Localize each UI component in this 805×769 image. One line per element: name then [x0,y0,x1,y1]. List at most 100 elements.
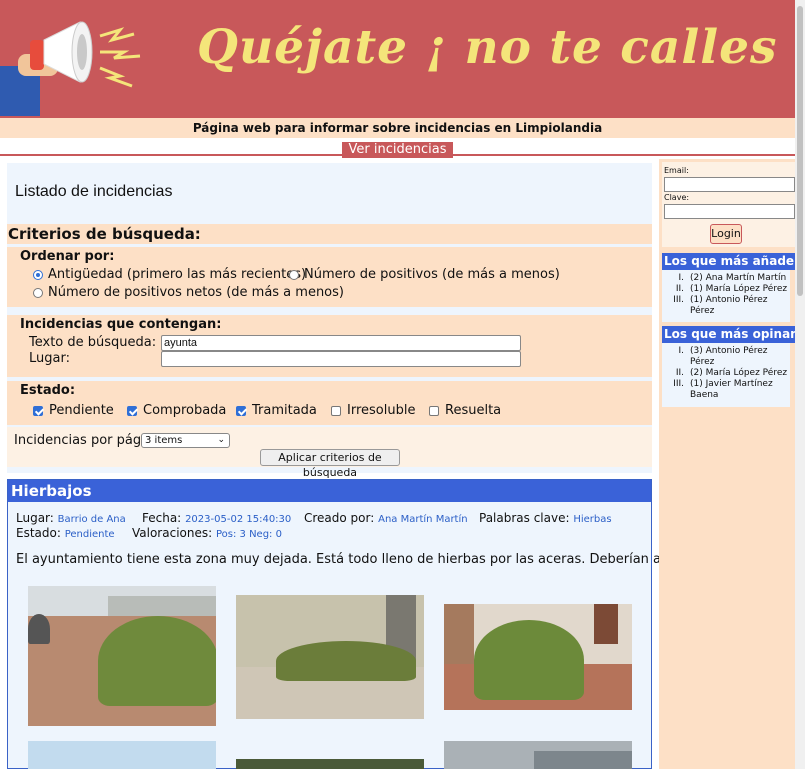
date-label: Fecha: [142,511,182,525]
incident-photo[interactable] [28,586,216,726]
apply-criteria-button[interactable]: Aplicar criterios de búsqueda [260,449,400,479]
user-name: María López Pérez [705,368,788,378]
order-panel: Ordenar por: Antigüedad (primero las más… [7,247,652,307]
count: (3) [690,346,703,356]
checkbox-label: Irresoluble [347,403,416,418]
password-label: Clave: [664,193,690,202]
count: (1) [690,295,703,305]
place-label: Lugar: [16,511,54,525]
count: (2) [690,368,703,378]
incident-keywords: Palabras clave: Hierbas [479,511,612,525]
email-field[interactable] [664,177,795,192]
per-page-label: Incidencias por página [14,433,161,448]
rank: II. [675,368,684,378]
state-checkbox-resuelta[interactable]: Resuelta [429,403,501,418]
top-commenters-title: Los que más opinan [662,326,795,343]
state-label: Estado: [16,526,61,540]
incident-photo[interactable] [444,604,632,710]
state-label: Estado: [20,383,76,398]
text-filter-panel: Incidencias que contengan: Texto de búsq… [7,315,652,377]
author-label: Creado por: [304,511,375,525]
list-item: II. (1) María López Pérez [662,284,790,295]
list-item: I. (2) Ana Martín Martín [662,273,790,284]
search-section: Listado de incidencias Criterios de búsq… [7,163,652,479]
chevron-down-icon: ⌄ [217,435,225,445]
place-label: Lugar: [29,351,70,366]
incident-title: Hierbajos [8,480,651,502]
keywords-label: Palabras clave: [479,511,570,525]
user-name: Javier Martínez Baena [690,379,773,400]
order-radio-positivos[interactable]: Número de positivos (de más a menos) [289,267,560,282]
user-name: María López Pérez [705,284,788,294]
incident-card: Hierbajos Lugar: Barrio de Ana Fecha: 20… [7,479,715,769]
list-item: III. (1) Antonio Pérez Pérez [662,295,790,317]
state-checkbox-pendiente[interactable]: Pendiente [33,403,114,418]
state-checkbox-comprobada[interactable]: Comprobada [127,403,226,418]
per-page-value: 3 items [145,435,183,446]
nav-link-ver-incidencias[interactable]: Ver incidencias [341,142,454,158]
login-form: Email: Clave: Login [662,162,795,247]
incident-author: Creado por: Ana Martín Martín [304,511,468,525]
radio-label: Número de positivos (de más a menos) [304,267,560,282]
incident-ratings: Valoraciones: Pos: 3 Neg: 0 [132,526,282,540]
password-field[interactable] [664,204,795,219]
tagline: Página web para informar sobre incidenci… [0,118,795,138]
place-value[interactable]: Barrio de Ana [58,514,126,525]
list-item: I. (3) Antonio Pérez Pérez [662,346,790,368]
state-checkbox-tramitada[interactable]: Tramitada [236,403,317,418]
radio-empty-icon [33,287,43,298]
header-banner: Quéjate ¡ no te calles ! [0,0,795,118]
checkbox-label: Tramitada [252,403,317,418]
state-panel: Estado: Pendiente Comprobada Tramitada I… [7,381,652,425]
incident-description: El ayuntamiento tiene esta zona muy deja… [16,552,715,567]
top-adders-title: Los que más añaden [662,253,795,270]
checkbox-label: Resuelta [445,403,502,418]
megaphone-icon [0,21,141,116]
checkbox-empty-icon [429,405,439,416]
count: (1) [690,379,703,389]
order-radio-antiguedad[interactable]: Antigüedad (primero las más recientes) [33,267,306,282]
place-input[interactable] [161,351,521,367]
incident-date: Fecha: 2023-05-02 15:40:30 [142,511,291,525]
page-title: Listado de incidencias [15,183,173,200]
rank: I. [678,346,684,356]
incident-photo[interactable] [236,595,424,719]
top-commenters-list: I. (3) Antonio Pérez Pérez II. (2) María… [662,343,790,407]
state-value: Pendiente [64,529,115,540]
scrollbar[interactable] [795,0,805,769]
radio-label: Número de positivos netos (de más a meno… [48,285,344,300]
checkbox-label: Comprobada [143,403,227,418]
list-item: III. (1) Javier Martínez Baena [662,379,790,401]
state-checkbox-irresoluble[interactable]: Irresoluble [331,403,415,418]
text-filter-label: Incidencias que contengan: [20,317,222,332]
rank: I. [678,273,684,283]
ratings-label: Valoraciones: [132,526,213,540]
order-radio-positivos-netos[interactable]: Número de positivos netos (de más a meno… [33,285,344,300]
user-name: Ana Martín Martín [705,273,787,283]
rank: III. [673,379,684,389]
per-page-select[interactable]: 3 items ⌄ [141,433,230,448]
site-title: Quéjate ¡ no te calles ! [197,20,795,75]
author-value[interactable]: Ana Martín Martín [378,514,467,525]
checkbox-checked-icon [236,405,246,416]
login-button[interactable]: Login [710,224,742,244]
incident-photo[interactable] [28,741,216,769]
ratings-value: Pos: 3 Neg: 0 [215,529,282,540]
incident-place: Lugar: Barrio de Ana [16,511,126,525]
incident-photo[interactable] [444,741,632,769]
checkbox-checked-icon [127,405,137,416]
keywords-value[interactable]: Hierbas [573,514,611,525]
date-value: 2023-05-02 15:40:30 [185,514,292,525]
search-text-input[interactable]: ayunta [161,335,521,351]
incident-state: Estado: Pendiente [16,526,115,540]
checkbox-label: Pendiente [49,403,114,418]
radio-selected-icon [33,269,43,280]
checkbox-empty-icon [331,405,341,416]
email-label: Email: [664,166,689,175]
radio-label: Antigüedad (primero las más recientes) [48,267,307,282]
list-item: II. (2) María López Pérez [662,368,790,379]
count: (2) [690,273,703,283]
sidebar: Email: Clave: Login Los que más añaden I… [659,159,795,769]
scrollbar-thumb[interactable] [797,6,803,296]
incident-photo[interactable] [236,759,424,769]
